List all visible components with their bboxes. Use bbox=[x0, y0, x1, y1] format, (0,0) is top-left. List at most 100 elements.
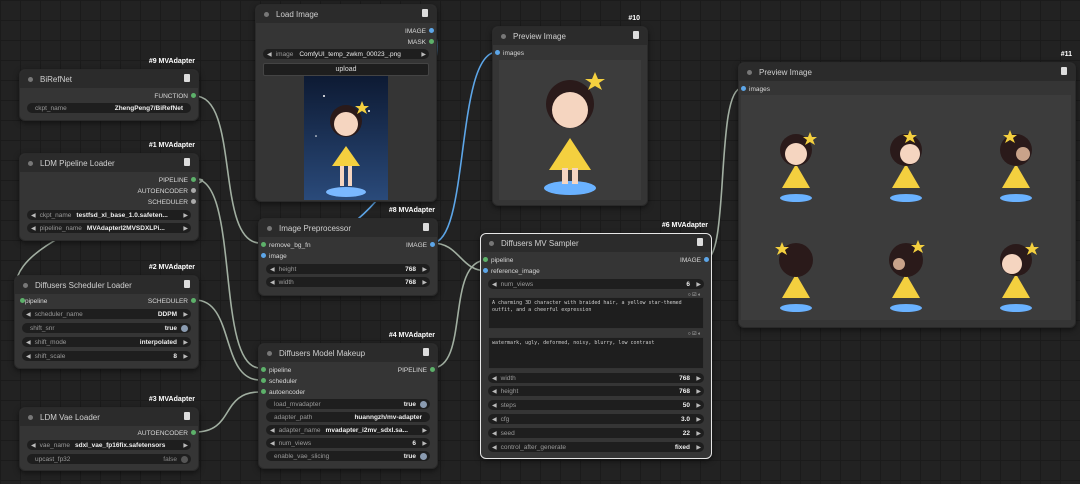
node-diffusers-scheduler-loader[interactable]: Diffusers Scheduler Loader pipeline SCHED… bbox=[14, 275, 199, 369]
ckpt-name-widget[interactable]: ckpt_name ZhengPeng7/BiRefNet bbox=[27, 103, 191, 113]
document-icon[interactable] bbox=[633, 31, 639, 39]
input-slot[interactable] bbox=[261, 242, 266, 247]
wire-preproc-sampler bbox=[431, 242, 488, 272]
shift-mode-select[interactable]: ◀ shift_mode interpolated ▶ bbox=[22, 337, 191, 347]
ckpt-name-select[interactable]: ◀ ckpt_name testfsd_xl_base_1.0.safeten...… bbox=[27, 210, 191, 220]
collapse-dot[interactable] bbox=[501, 33, 506, 39]
pipeline-name-select[interactable]: ◀ pipeline_name MVAdapterI2MVSDXLPi... ▶ bbox=[27, 223, 191, 233]
document-icon[interactable] bbox=[184, 280, 190, 288]
wire-vae-makeup bbox=[194, 391, 261, 433]
upcast-fp32-toggle[interactable]: upcast_fp32 false bbox=[27, 454, 191, 464]
output-slot[interactable] bbox=[191, 177, 196, 182]
widget-value: ComfyUI_temp_zwkm_00023_.png bbox=[299, 50, 401, 58]
load-mvadapter-toggle[interactable]: load_mvadapter true bbox=[266, 399, 430, 409]
collapse-dot[interactable] bbox=[264, 11, 269, 17]
width-number[interactable]: ◀ width 768 ▶ bbox=[488, 373, 704, 383]
steps-number[interactable]: ◀ steps 50 ▶ bbox=[488, 400, 704, 410]
widget-value: 768 bbox=[679, 374, 690, 382]
document-icon[interactable] bbox=[184, 158, 190, 166]
loaded-image-thumbnail bbox=[304, 76, 388, 200]
prompt-textarea[interactable]: A charming 3D character with braided hai… bbox=[488, 297, 704, 329]
widget-label: ckpt_name bbox=[39, 211, 72, 219]
toggle-knob[interactable] bbox=[420, 453, 427, 460]
shift-scale-number[interactable]: ◀ shift_scale 8 ▶ bbox=[22, 351, 191, 361]
widget-value: interpolated bbox=[139, 338, 177, 346]
widget-value: DDPM bbox=[157, 310, 177, 318]
collapse-dot[interactable] bbox=[267, 225, 272, 231]
document-icon[interactable] bbox=[697, 238, 703, 246]
collapse-dot[interactable] bbox=[23, 282, 28, 288]
input-slot[interactable] bbox=[741, 86, 746, 91]
shift-snr-toggle[interactable]: shift_snr true bbox=[22, 323, 191, 333]
document-icon[interactable] bbox=[423, 348, 429, 356]
node-image-preprocessor[interactable]: Image Preprocessor remove_bg_fn IMAGE ima… bbox=[258, 218, 438, 296]
document-icon[interactable] bbox=[422, 9, 428, 17]
enable-vae-slicing-toggle[interactable]: enable_vae_slicing true bbox=[266, 451, 430, 461]
document-icon[interactable] bbox=[184, 74, 190, 82]
input-slot[interactable] bbox=[495, 50, 500, 55]
seed-number[interactable]: ◀ seed 22 ▶ bbox=[488, 428, 704, 438]
output-slot[interactable] bbox=[191, 199, 196, 204]
adapter-name-select[interactable]: ◀ adapter_name mvadapter_i2mv_sdxl.sa... ▶ bbox=[266, 425, 430, 435]
num-views-number[interactable]: ◀ num_views 6 ▶ bbox=[488, 279, 704, 289]
image-select[interactable]: ◀ image ComfyUI_temp_zwkm_00023_.png ▶ bbox=[263, 49, 429, 59]
input-slot[interactable] bbox=[483, 257, 488, 262]
input-slot[interactable] bbox=[261, 389, 266, 394]
input-label: remove_bg_fn bbox=[269, 241, 311, 249]
node-title: LDM Vae Loader bbox=[40, 412, 100, 422]
num-views-number[interactable]: ◀ num_views 6 ▶ bbox=[266, 438, 430, 448]
width-number[interactable]: ◀ width 768 ▶ bbox=[266, 277, 430, 287]
output-slot[interactable] bbox=[430, 242, 435, 247]
upload-button[interactable]: upload bbox=[263, 63, 429, 76]
collapse-dot[interactable] bbox=[28, 160, 33, 166]
toggle-knob[interactable] bbox=[420, 401, 427, 408]
widget-label: shift_scale bbox=[34, 352, 66, 360]
output-slot[interactable] bbox=[704, 257, 709, 262]
wire-makeup-sampler bbox=[431, 259, 488, 369]
node-title: Diffusers Model Makeup bbox=[279, 348, 366, 358]
collapse-dot[interactable] bbox=[267, 350, 272, 356]
control-after-generate-select[interactable]: ◀ control_after_generate fixed ▶ bbox=[488, 442, 704, 452]
toggle-knob[interactable] bbox=[181, 325, 188, 332]
output-slot[interactable] bbox=[429, 28, 434, 33]
widget-value: true bbox=[403, 452, 416, 460]
node-preview-image-11[interactable]: Preview Image images bbox=[738, 62, 1076, 328]
collapse-dot[interactable] bbox=[747, 69, 752, 75]
cfg-number[interactable]: ◀ cfg 3.0 ▶ bbox=[488, 414, 704, 424]
node-load-image[interactable]: Load Image IMAGE MASK ◀ image ComfyUI_temp… bbox=[255, 4, 437, 202]
output-slot[interactable] bbox=[430, 367, 435, 372]
scheduler-name-select[interactable]: ◀ scheduler_name DDPM ▶ bbox=[22, 309, 191, 319]
vae-name-select[interactable]: ◀ vae_name sdxl_vae_fp16fix.safetensors ▶ bbox=[27, 440, 191, 450]
wire-scheduler-makeup bbox=[194, 299, 261, 381]
output-label: IMAGE bbox=[405, 27, 426, 35]
input-slot[interactable] bbox=[261, 378, 266, 383]
output-slot[interactable] bbox=[191, 188, 196, 193]
input-slot[interactable] bbox=[261, 367, 266, 372]
collapse-dot[interactable] bbox=[28, 414, 33, 420]
output-slot[interactable] bbox=[191, 298, 196, 303]
collapse-dot[interactable] bbox=[489, 240, 494, 246]
document-icon[interactable] bbox=[423, 223, 429, 231]
output-slot[interactable] bbox=[191, 430, 196, 435]
adapter-path-input[interactable]: adapter_path huanngzh/mv-adapter bbox=[266, 412, 430, 422]
output-slot[interactable] bbox=[191, 93, 196, 98]
negative-prompt-textarea[interactable]: watermark, ugly, deformed, noisy, blurry… bbox=[488, 337, 704, 369]
widget-value: 3.0 bbox=[680, 415, 690, 423]
widget-value: 768 bbox=[679, 387, 690, 395]
node-ldm-vae-loader[interactable]: LDM Vae Loader AUTOENCODER ◀ vae_name sdxl… bbox=[19, 407, 199, 471]
node-preview-image-10[interactable]: Preview Image images bbox=[492, 26, 648, 206]
node-ldm-pipeline-loader[interactable]: LDM Pipeline Loader PIPELINE AUTOENCODER… bbox=[19, 153, 199, 241]
input-slot[interactable] bbox=[261, 253, 266, 258]
document-icon[interactable] bbox=[1061, 67, 1067, 75]
height-number[interactable]: ◀ height 768 ▶ bbox=[488, 386, 704, 396]
toggle-knob[interactable] bbox=[181, 456, 188, 463]
node-birefnet[interactable]: BiRefNet FUNCTION ckpt_name ZhengPeng7/Bi… bbox=[19, 69, 199, 121]
input-slot[interactable] bbox=[483, 268, 488, 273]
height-number[interactable]: ◀ height 768 ▶ bbox=[266, 264, 430, 274]
node-diffusers-mv-sampler[interactable]: Diffusers MV Sampler pipeline IMAGE refer… bbox=[480, 233, 712, 459]
collapse-dot[interactable] bbox=[28, 76, 33, 82]
node-diffusers-model-makeup[interactable]: Diffusers Model Makeup pipeline PIPELINE … bbox=[258, 343, 438, 469]
document-icon[interactable] bbox=[184, 412, 190, 420]
output-slot[interactable] bbox=[429, 39, 434, 44]
node-title: Preview Image bbox=[513, 31, 566, 41]
